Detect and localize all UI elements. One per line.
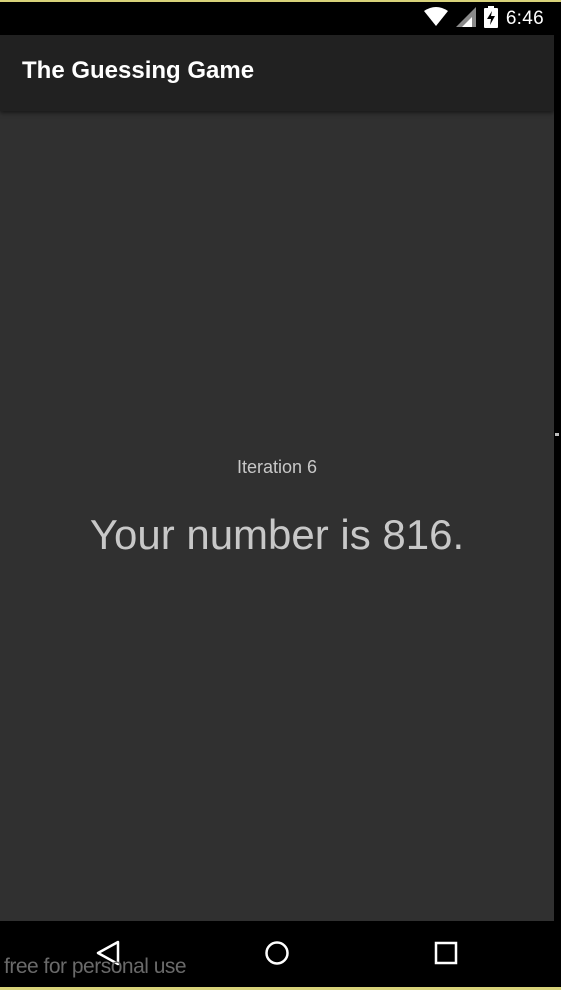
recents-button[interactable] bbox=[426, 935, 466, 975]
iteration-label: Iteration 6 bbox=[236, 457, 318, 477]
wifi-icon bbox=[423, 6, 448, 32]
status-bar: 6:46 bbox=[0, 2, 561, 35]
recents-icon bbox=[434, 941, 458, 970]
app-title: The Guessing Game bbox=[22, 57, 255, 84]
battery-charging-icon bbox=[483, 5, 498, 33]
main-content: Iteration 6 Your number is 816. bbox=[0, 111, 554, 921]
device-screen: 6:46 The Guessing Game Iteration 6 Your … bbox=[0, 0, 561, 990]
watermark-text: free for personal use bbox=[4, 955, 187, 978]
home-button[interactable] bbox=[257, 935, 297, 975]
app-bar: The Guessing Game bbox=[0, 35, 554, 111]
right-edge-strip bbox=[554, 35, 561, 921]
edge-marker bbox=[555, 433, 559, 436]
navigation-bar: free for personal use bbox=[0, 921, 561, 987]
status-icons: 6:46 bbox=[423, 5, 544, 33]
home-icon bbox=[264, 940, 290, 971]
signal-icon bbox=[455, 6, 476, 32]
status-time: 6:46 bbox=[505, 8, 544, 29]
result-text: Your number is 816. bbox=[89, 511, 465, 558]
